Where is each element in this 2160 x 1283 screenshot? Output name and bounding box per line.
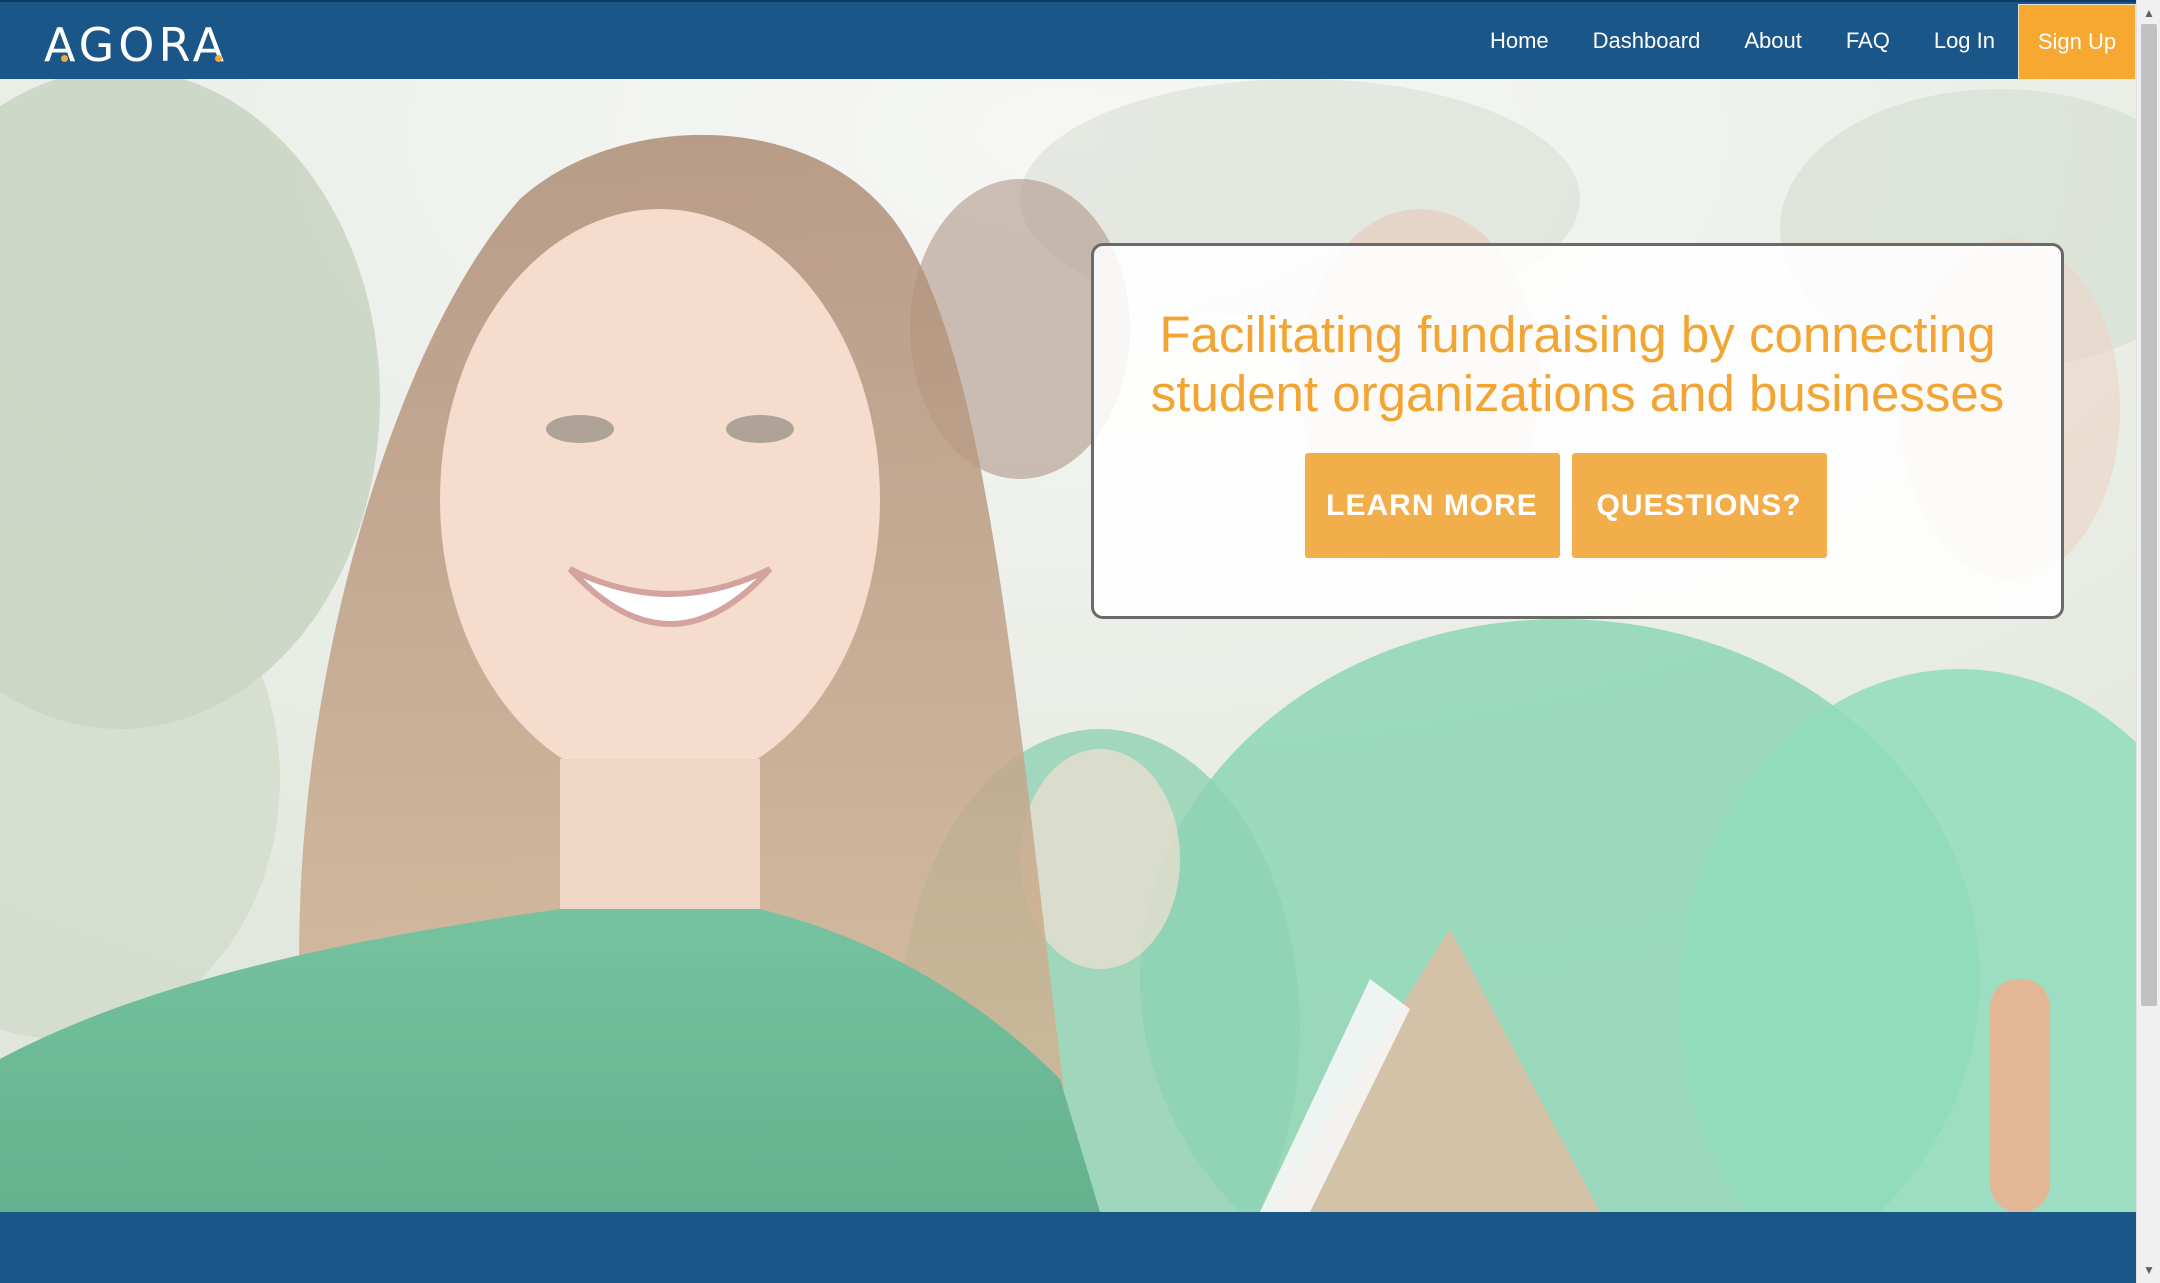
nav-links: Home Dashboard About FAQ Log In Sign Up	[1490, 2, 2136, 80]
nav-home[interactable]: Home	[1490, 2, 1549, 79]
hero-section: Facilitating fundraising by connecting s…	[0, 79, 2136, 1212]
hero-headline-line-2: student organizations and businesses	[1150, 365, 2005, 422]
logo-dot-icon	[61, 55, 68, 62]
logo-text: AGORA	[44, 18, 229, 72]
hero-callout-card: Facilitating fundraising by connecting s…	[1091, 243, 2064, 619]
nav-faq[interactable]: FAQ	[1846, 2, 1890, 79]
cta-button-row: LEARN MORE QUESTIONS?	[1094, 453, 2061, 558]
nav-log-in[interactable]: Log In	[1934, 2, 1995, 79]
agora-logo[interactable]: AGORA	[44, 22, 228, 68]
footer-band	[0, 1212, 2136, 1283]
questions-button[interactable]: QUESTIONS?	[1571, 453, 1827, 558]
logo-dot-icon	[215, 55, 222, 62]
vertical-scrollbar[interactable]: ▲ ▼	[2136, 0, 2160, 1283]
hero-headline: Facilitating fundraising by connecting s…	[1094, 305, 2061, 423]
page: AGORA Home Dashboard About FAQ Log In Si…	[0, 0, 2136, 1283]
top-navbar: AGORA Home Dashboard About FAQ Log In Si…	[0, 0, 2136, 80]
scroll-up-arrow-icon[interactable]: ▲	[2137, 2, 2160, 24]
nav-about[interactable]: About	[1744, 2, 1802, 79]
nav-dashboard[interactable]: Dashboard	[1593, 2, 1701, 79]
scroll-down-arrow-icon[interactable]: ▼	[2137, 1259, 2160, 1281]
learn-more-button[interactable]: LEARN MORE	[1304, 453, 1560, 558]
hero-headline-line-1: Facilitating fundraising by connecting	[1159, 306, 1996, 363]
scrollbar-thumb[interactable]	[2141, 24, 2157, 1006]
sign-up-button[interactable]: Sign Up	[2018, 3, 2136, 80]
